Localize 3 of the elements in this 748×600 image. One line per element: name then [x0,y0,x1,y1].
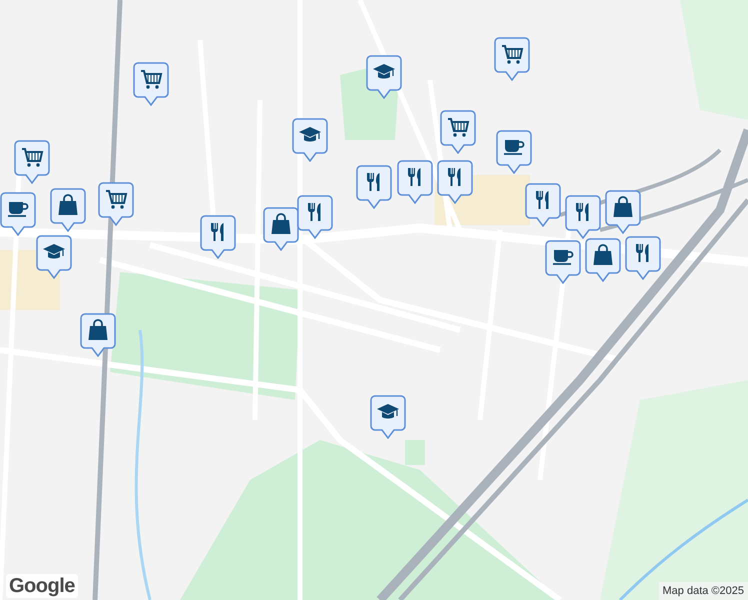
google-logo[interactable]: Google [6,574,78,598]
map-view[interactable]: Google Map data ©2025 [0,0,748,600]
map-attribution: Map data ©2025 [658,582,748,600]
